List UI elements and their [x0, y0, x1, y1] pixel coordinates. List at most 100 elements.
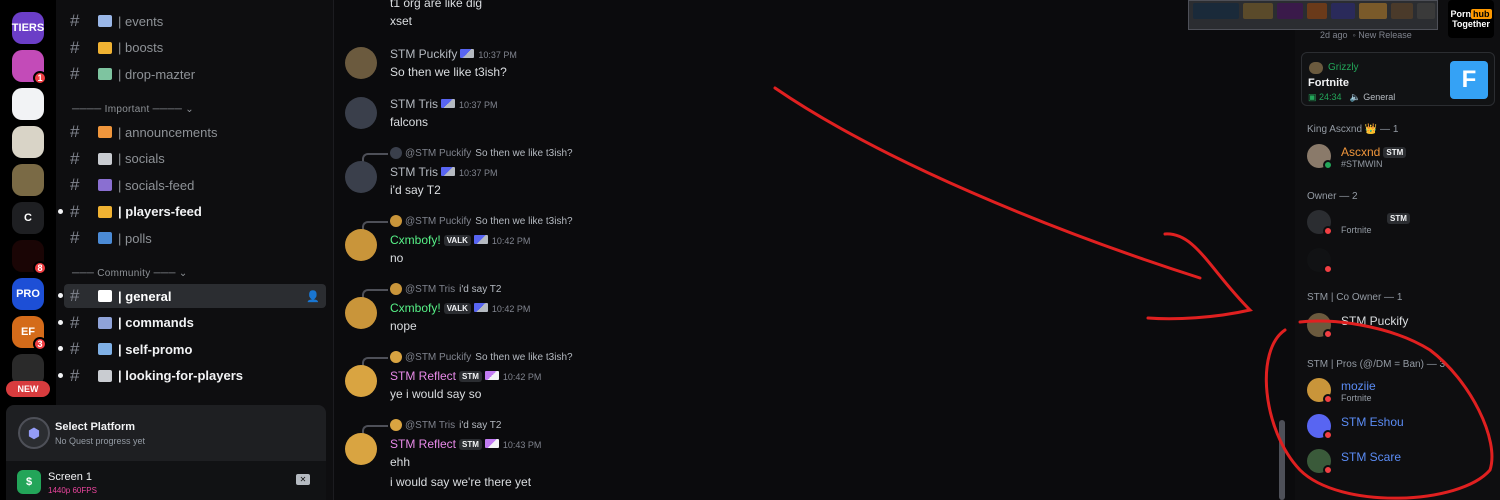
member-item[interactable]: STM Puckify	[1307, 311, 1492, 339]
channel-item[interactable]: # | general 👤	[58, 284, 326, 308]
member-name: STM	[1341, 211, 1410, 225]
quest-subtitle: No Quest progress yet	[55, 436, 146, 446]
server-icon[interactable]: PRO	[12, 278, 44, 310]
channel-item[interactable]: # | commands	[58, 311, 326, 335]
channel-item[interactable]: # | socials	[64, 147, 326, 171]
channel-emoji-icon	[98, 126, 112, 138]
message-text: ye i would say so	[390, 387, 482, 401]
user-avatar[interactable]	[345, 47, 377, 79]
activity-card[interactable]: Grizzly Fortnite ▣ 24:34 🔈 General F	[1301, 52, 1495, 106]
ad-logo[interactable]: Porn hub Together	[1448, 0, 1494, 38]
status-indicator	[1323, 160, 1333, 170]
message-timestamp: 10:43 PM	[502, 440, 542, 450]
status-indicator	[1323, 329, 1333, 339]
server-icon-image	[12, 88, 44, 120]
member-item[interactable]: STM Fortnite	[1307, 208, 1492, 236]
message-header: STM Tris 10:37 PM	[390, 97, 498, 111]
reply-preview[interactable]: @STM Puckify So then we like t3ish?	[362, 351, 573, 369]
channel-item[interactable]: # | polls	[64, 226, 326, 250]
server-icon[interactable]	[12, 88, 44, 120]
channel-item[interactable]: # | socials-feed	[64, 173, 326, 197]
channel-item[interactable]: # | looking-for-players	[58, 364, 326, 388]
status-indicator	[1323, 226, 1333, 236]
server-icon[interactable]	[12, 164, 44, 196]
reply-avatar	[390, 215, 402, 227]
message-author[interactable]: STM Reflect	[390, 437, 456, 451]
server-icon-image: TIERS	[12, 12, 44, 44]
reply-text: So then we like t3ish?	[475, 147, 573, 159]
channel-emoji-icon	[98, 152, 112, 165]
member-name-text: STM Scare	[1341, 450, 1402, 464]
server-icon-image: C	[12, 202, 44, 234]
chat-area: t1 org are like dig xset STM Puckify 10:3…	[335, 0, 1285, 500]
server-icon[interactable]: 8	[12, 240, 47, 275]
user-avatar[interactable]	[345, 297, 377, 329]
invite-icon[interactable]: 👤	[306, 290, 320, 303]
channel-emoji-icon	[98, 41, 112, 54]
server-icon[interactable]: C	[12, 202, 44, 234]
category-community[interactable]: ─── Community ─── ⌄	[72, 268, 188, 279]
reply-preview[interactable]: @STM Puckify So then we like t3ish?	[362, 215, 573, 233]
message-author[interactable]: Cxmbofy!	[390, 301, 441, 315]
user-avatar[interactable]	[345, 433, 377, 465]
stop-stream-icon[interactable]: ✕	[296, 474, 310, 485]
server-icon[interactable]: 1	[12, 50, 47, 85]
status-indicator	[1323, 264, 1333, 274]
server-icon[interactable]: TIERS	[12, 12, 44, 44]
message-header: Cxmbofy! VALK 10:42 PM	[390, 301, 530, 315]
reply-avatar	[390, 351, 402, 363]
message-author[interactable]: Cxmbofy!	[390, 233, 441, 247]
member-item[interactable]: Ascxnd STM #STMWIN	[1307, 142, 1492, 170]
reply-preview[interactable]: @STM Puckify So then we like t3ish?	[362, 147, 573, 165]
message-author[interactable]: STM Tris	[390, 97, 438, 111]
grizzly-avatar	[1309, 62, 1323, 74]
mention-badge: 3	[33, 337, 47, 351]
member-name: STM Puckify	[1341, 314, 1408, 328]
role-tag: VALK	[443, 303, 471, 314]
channel-item[interactable]: # | boosts	[64, 36, 326, 60]
message-author[interactable]: STM Reflect	[390, 369, 456, 383]
hash-icon: #	[70, 286, 80, 305]
member-item[interactable]	[1307, 246, 1492, 274]
quest-platform-icon: ⬢	[18, 417, 50, 449]
member-item[interactable]: moziie Fortnite	[1307, 376, 1492, 404]
message-text: falcons	[390, 115, 429, 129]
channel-item[interactable]: # | drop-mazter	[64, 62, 326, 86]
reply-preview[interactable]: @STM Tris i'd say T2	[362, 283, 501, 301]
mention-badge: 1	[33, 71, 47, 85]
message-header: STM Puckify 10:37 PM	[390, 47, 517, 61]
chat-scrollbar[interactable]	[1279, 420, 1285, 500]
category-important[interactable]: ──── Important ──── ⌄	[72, 104, 194, 115]
user-avatar[interactable]	[345, 97, 377, 129]
hash-icon: #	[70, 148, 80, 168]
member-status: Fortnite	[1341, 393, 1372, 403]
hash-icon: #	[70, 201, 80, 221]
message-author[interactable]: STM Puckify	[390, 47, 457, 61]
message-author[interactable]: STM Tris	[390, 165, 438, 179]
quest-panel[interactable]: ⬢ Select Platform No Quest progress yet	[6, 405, 326, 461]
activity-game: Fortnite	[1308, 77, 1349, 89]
channel-item[interactable]: # | self-promo	[58, 337, 326, 361]
channel-label: | boosts	[118, 40, 164, 55]
screen-preview-overlay[interactable]	[1188, 0, 1438, 30]
member-section-owner: Owner — 2	[1307, 191, 1358, 202]
channel-item[interactable]: # | events	[64, 9, 326, 33]
unread-indicator	[58, 372, 63, 378]
member-item[interactable]: STM Scare	[1307, 447, 1492, 475]
user-avatar[interactable]	[345, 161, 377, 193]
member-name-text: STM Puckify	[1341, 314, 1409, 328]
user-avatar[interactable]	[345, 229, 377, 261]
server-icon[interactable]	[12, 126, 44, 158]
server-icon[interactable]: EF 3	[12, 316, 47, 351]
channel-item[interactable]: # | players-feed	[58, 200, 326, 224]
member-item[interactable]: STM Eshou	[1307, 412, 1492, 440]
channel-emoji-icon	[98, 343, 112, 355]
channel-emoji-icon	[98, 15, 112, 27]
reply-preview[interactable]: @STM Tris i'd say T2	[362, 419, 501, 437]
mention-badge: 8	[33, 261, 47, 275]
member-status: #STMWIN	[1341, 159, 1383, 169]
reply-author: @STM Puckify	[405, 147, 472, 159]
role-icon	[473, 303, 488, 312]
channel-item[interactable]: # | announcements	[64, 120, 326, 144]
user-avatar[interactable]	[345, 365, 377, 397]
